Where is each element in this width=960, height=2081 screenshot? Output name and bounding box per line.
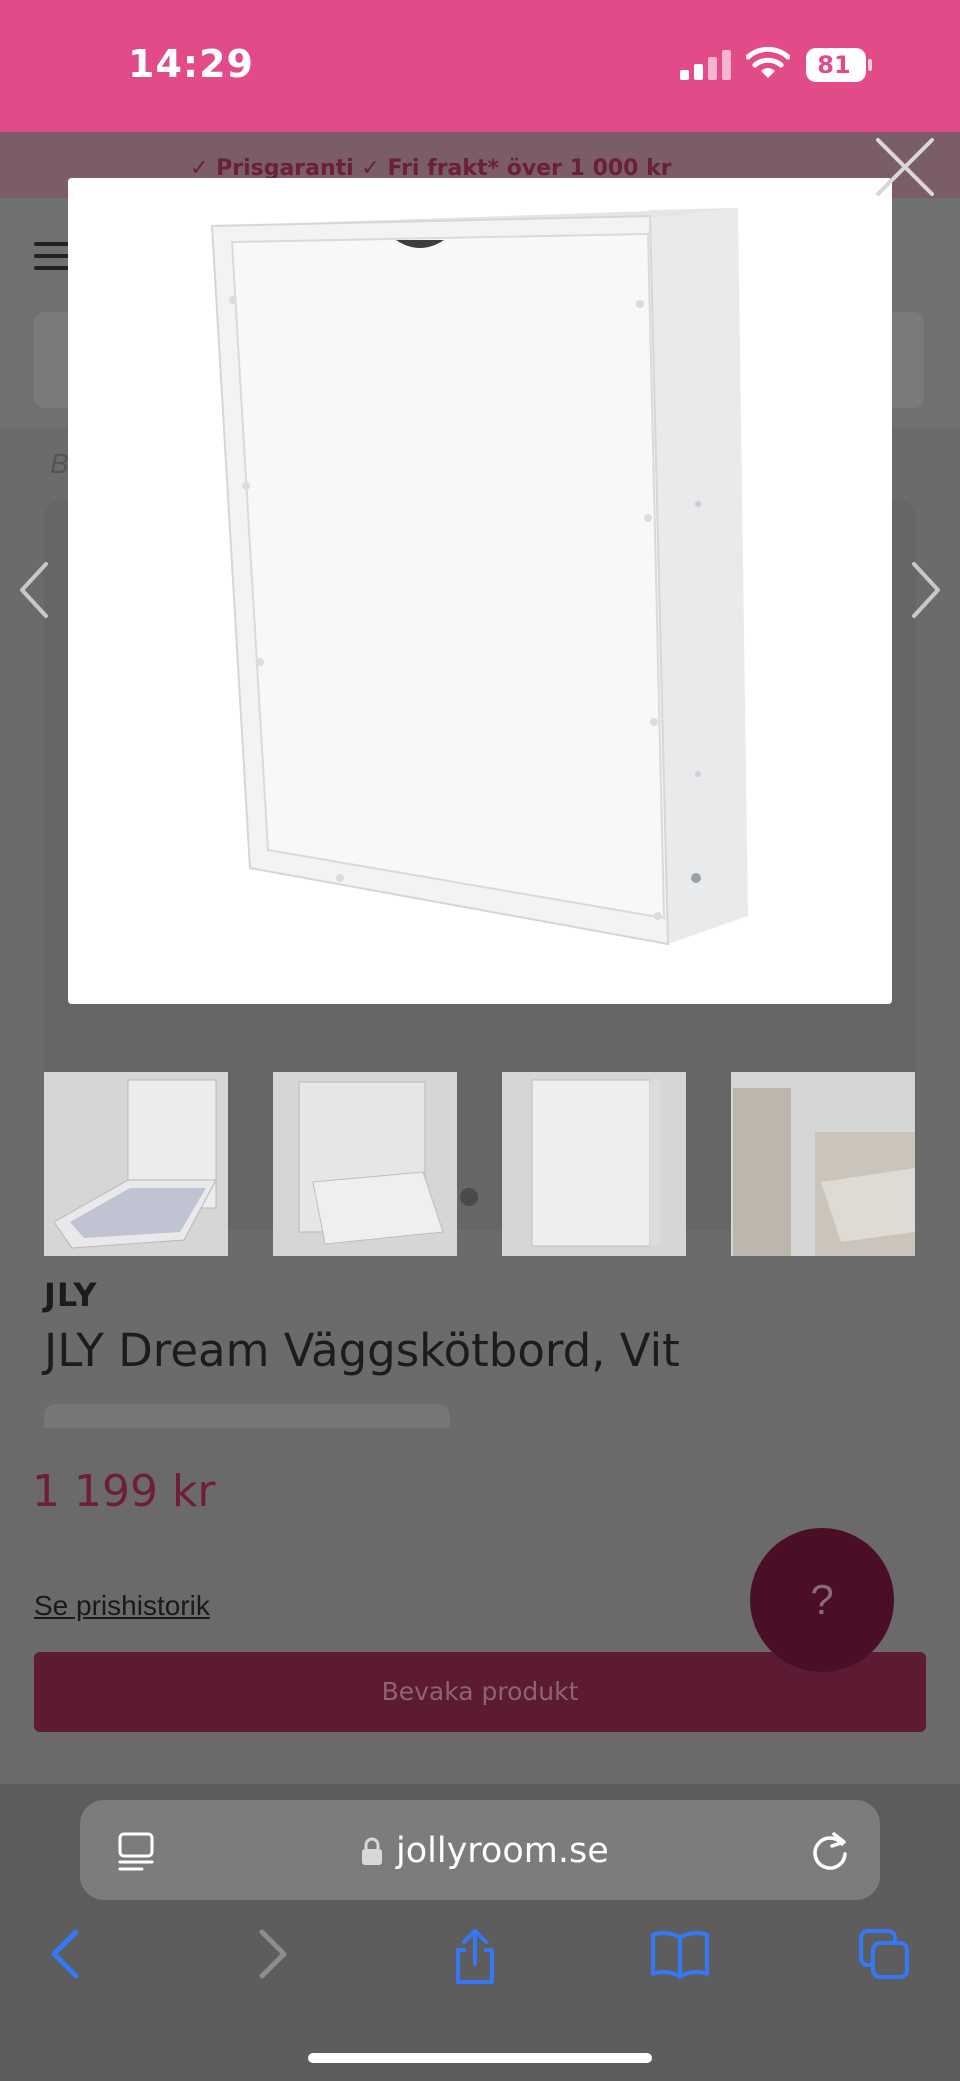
thumbnail-4[interactable] [731,1072,915,1256]
help-button[interactable]: ? [750,1528,894,1672]
thumbnail-1[interactable] [44,1072,228,1256]
thumbnail-2[interactable] [273,1072,457,1256]
status-time: 14:29 [128,42,254,86]
battery-indicator: 81 [806,48,872,82]
back-icon[interactable] [48,1928,82,1980]
image-lightbox [68,178,892,1004]
battery-level: 81 [817,51,851,79]
close-icon[interactable] [872,134,938,200]
reload-icon[interactable] [810,1830,850,1872]
thumbnail-3[interactable] [502,1072,686,1256]
breadcrumb[interactable]: B [50,448,69,480]
url-text: jollyroom.se [396,1831,609,1871]
cellular-signal-icon [680,50,731,80]
home-indicator [308,2053,652,2063]
hamburger-icon[interactable] [34,242,70,270]
product-title: JLY Dream Väggskötbord, Vit [44,1324,680,1377]
tabs-icon[interactable] [858,1928,910,1980]
lock-icon [362,1837,382,1865]
forward-icon[interactable] [256,1928,290,1980]
url-display[interactable]: jollyroom.se [360,1826,609,1876]
product-price: 1 199 kr [32,1466,216,1517]
chevron-right-icon[interactable] [906,560,946,620]
wifi-icon [746,46,790,78]
share-icon[interactable] [452,1928,498,1986]
chevron-left-icon[interactable] [14,560,54,620]
thumbnail-strip [44,1072,916,1256]
product-image [68,178,892,1004]
info-chip [44,1404,450,1428]
carousel-indicator [460,1188,478,1206]
product-brand[interactable]: JLY [44,1276,97,1314]
price-history-link[interactable]: Se prishistorik [34,1590,210,1622]
bookmarks-icon[interactable] [650,1928,710,1980]
reader-icon[interactable] [118,1832,154,1872]
